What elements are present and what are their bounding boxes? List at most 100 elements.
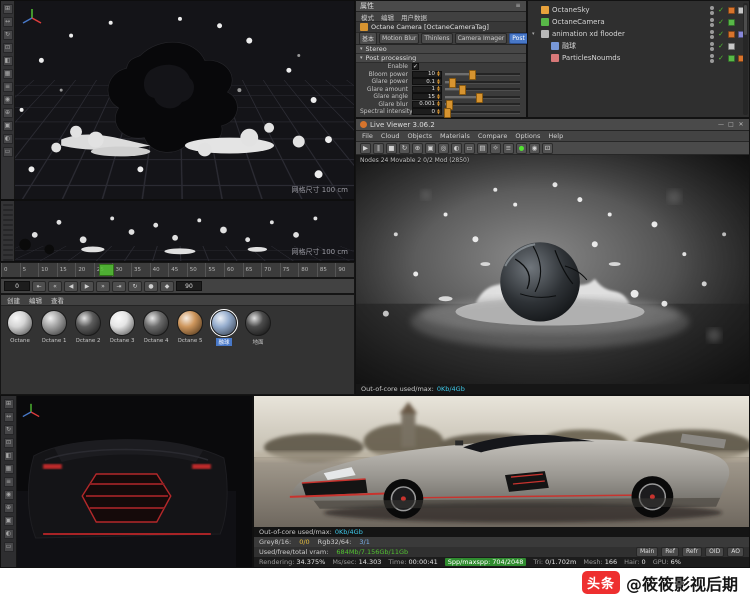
material-name[interactable]: Octane 1 — [42, 338, 67, 344]
attribute-mode-item[interactable]: 用户数据 — [401, 12, 427, 22]
material-menu-item[interactable]: 查看 — [51, 295, 64, 305]
viewport-tool-icon[interactable]: ⊕ — [3, 108, 13, 118]
visibility-dots-icon[interactable] — [710, 54, 714, 63]
material-preview-sphere[interactable] — [143, 310, 169, 336]
viewport-tool-icon[interactable]: ⊕ — [3, 244, 13, 246]
viewport-tool-icon[interactable]: ◉ — [3, 239, 13, 241]
material-name[interactable]: 地面 — [252, 338, 263, 346]
live-viewer-toolbar-icon[interactable]: ↻ — [399, 143, 410, 154]
viewport-tool-icon[interactable]: ↔ — [4, 412, 14, 422]
live-viewer-menu-item[interactable]: Options — [515, 132, 540, 140]
viewport-tool-icon[interactable]: ◉ — [3, 95, 13, 105]
live-viewer-toolbar-icon[interactable]: ≡ — [503, 143, 514, 154]
viewport-tool-icon[interactable]: ⊞ — [3, 204, 13, 206]
material-name[interactable]: Octane 2 — [76, 338, 101, 344]
material-swatch[interactable]: Octane 2 — [73, 310, 103, 346]
material-preview-sphere[interactable] — [177, 310, 203, 336]
current-frame-field[interactable]: 0 — [4, 281, 30, 291]
attribute-panel-titlebar[interactable]: 属性 ≡ — [356, 1, 526, 12]
live-viewer-menu-item[interactable]: Cloud — [381, 132, 400, 140]
render-channel-button[interactable]: AO — [727, 547, 744, 557]
material-menu-item[interactable]: 创建 — [7, 295, 20, 305]
live-viewer-menu-item[interactable]: File — [362, 132, 373, 140]
spinner-arrows-icon[interactable] — [436, 79, 441, 85]
live-viewer-toolbar-icon[interactable]: ● — [516, 143, 527, 154]
material-name[interactable]: Octane 3 — [110, 338, 135, 344]
viewport-tool-icon[interactable]: ◐ — [4, 529, 14, 539]
attribute-tab[interactable]: Camera Imager — [455, 33, 508, 44]
viewport-tool-icon[interactable]: ↻ — [4, 425, 14, 435]
section-stereo[interactable]: Stereo — [356, 45, 526, 54]
object-row[interactable]: OctaneCamera — [528, 16, 749, 28]
viewport-tool-icon[interactable]: ▦ — [3, 229, 13, 231]
live-viewer-toolbar-icon[interactable]: ▭ — [464, 143, 475, 154]
material-swatch[interactable]: Octane 4 — [141, 310, 171, 346]
material-name[interactable]: 融球 — [216, 338, 231, 346]
spinner-arrows-icon[interactable] — [436, 101, 441, 107]
viewport-tool-icon[interactable]: ◧ — [4, 451, 14, 461]
material-name[interactable]: Octane — [10, 338, 30, 344]
transport-button[interactable]: » — [96, 281, 110, 292]
section-post-processing[interactable]: Post processing — [356, 54, 526, 63]
material-swatch[interactable]: Octane 5 — [175, 310, 205, 346]
live-viewer-toolbar-icon[interactable]: ▣ — [425, 143, 436, 154]
timeline-playhead[interactable] — [99, 264, 114, 276]
visibility-dots-icon[interactable] — [710, 6, 714, 15]
enabled-check-icon[interactable] — [717, 18, 725, 26]
material-preview-sphere[interactable] — [245, 310, 271, 336]
object-tag-icon[interactable] — [728, 31, 735, 38]
visibility-dots-icon[interactable] — [710, 30, 714, 39]
live-viewer-toolbar-icon[interactable]: ■ — [386, 143, 397, 154]
viewport-tool-icon[interactable]: ▦ — [3, 69, 13, 79]
transport-button[interactable]: ◆ — [160, 281, 174, 292]
param-value-field[interactable]: 10 — [412, 71, 442, 78]
object-tag-icon[interactable] — [728, 19, 735, 26]
object-tag-icon[interactable] — [728, 55, 735, 62]
viewport-tool-icon[interactable]: ⊡ — [3, 43, 13, 53]
material-preview-sphere[interactable] — [41, 310, 67, 336]
live-viewer-toolbar-icon[interactable]: ◉ — [529, 143, 540, 154]
transport-button[interactable]: ◀ — [64, 281, 78, 292]
expand-arrow-icon[interactable]: ▾ — [532, 31, 538, 37]
viewport-tool-icon[interactable]: ◧ — [3, 56, 13, 66]
spinner-arrows-icon[interactable] — [436, 109, 441, 115]
render-channel-button[interactable]: Refr — [682, 547, 702, 557]
material-swatch[interactable]: 地面 — [243, 310, 273, 346]
spinner-arrows-icon[interactable] — [436, 86, 441, 92]
viewport-tool-icon[interactable]: ≡ — [4, 477, 14, 487]
enabled-check-icon[interactable] — [717, 6, 725, 14]
viewport-tool-icon[interactable]: ⊡ — [4, 438, 14, 448]
param-value-field[interactable]: 15 — [412, 93, 442, 100]
enabled-check-icon[interactable] — [717, 42, 725, 50]
viewport-tool-icon[interactable]: ▣ — [4, 516, 14, 526]
object-name[interactable]: OctaneSky — [552, 6, 707, 14]
material-menu-item[interactable]: 编辑 — [29, 295, 42, 305]
viewport-tool-icon[interactable]: ↻ — [3, 30, 13, 40]
attribute-tab[interactable]: 基本 — [359, 32, 377, 45]
enable-checkbox[interactable] — [412, 63, 419, 70]
viewport-tool-icon[interactable]: ≡ — [3, 234, 13, 236]
transport-button[interactable]: « — [48, 281, 62, 292]
viewport-tool-icon[interactable]: ⊡ — [3, 219, 13, 221]
material-name[interactable]: Octane 4 — [144, 338, 169, 344]
attribute-mode-item[interactable]: 编辑 — [381, 12, 394, 22]
viewport-tool-icon[interactable]: ▦ — [4, 464, 14, 474]
visibility-dots-icon[interactable] — [710, 18, 714, 27]
viewport-tool-icon[interactable]: ▣ — [3, 121, 13, 131]
object-row[interactable]: 融球 — [538, 40, 749, 52]
render-channel-button[interactable]: Ref — [661, 547, 679, 557]
object-name[interactable]: 融球 — [562, 41, 707, 51]
viewport-tool-icon[interactable]: ≡ — [3, 82, 13, 92]
live-viewer-menu-item[interactable]: Help — [548, 132, 563, 140]
material-swatch[interactable]: Octane 1 — [39, 310, 69, 346]
viewport-tool-icon[interactable]: ↻ — [3, 214, 13, 216]
maximize-icon[interactable]: □ — [727, 121, 735, 129]
live-viewer-menu-item[interactable]: Objects — [407, 132, 432, 140]
attribute-tab[interactable]: Motion Blur — [379, 33, 419, 44]
material-preview-sphere[interactable] — [211, 310, 237, 336]
viewport-tool-icon[interactable]: ⊞ — [3, 4, 13, 14]
live-viewer-toolbar-icon[interactable]: ⊕ — [412, 143, 423, 154]
viewport-car-preview[interactable]: ⊞ ↔ ↻ ⊡ ◧ ▦ ≡ ◉ ⊕ ▣ ◐ ▭ — [0, 395, 253, 568]
transport-button[interactable]: ● — [144, 281, 158, 292]
live-viewer-toolbar-icon[interactable]: ◎ — [438, 143, 449, 154]
